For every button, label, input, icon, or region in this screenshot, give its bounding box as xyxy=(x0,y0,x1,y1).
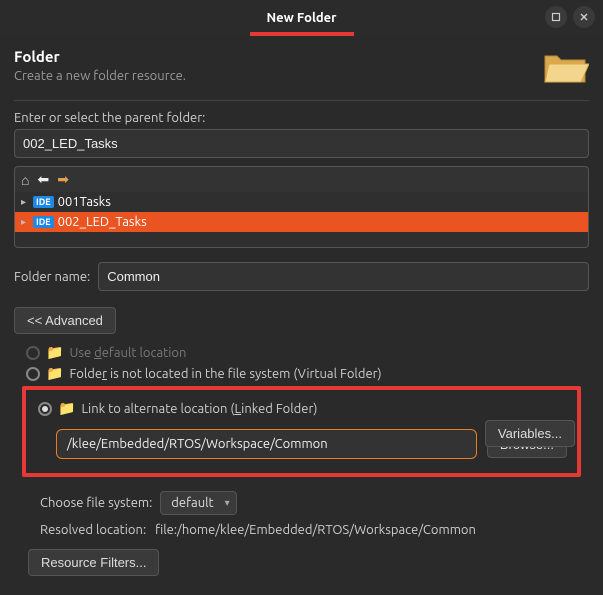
title-bar: New Folder xyxy=(0,0,603,36)
window-title: New Folder xyxy=(266,11,336,25)
folder-name-input[interactable] xyxy=(98,262,589,291)
ide-badge: IDE xyxy=(33,196,54,208)
title-highlight xyxy=(250,32,354,36)
folder-icon: 📁 xyxy=(46,344,63,361)
variables-button[interactable]: Variables... xyxy=(485,420,575,447)
home-icon[interactable]: ⌂ xyxy=(21,172,29,188)
linked-path-input[interactable]: /klee/Embedded/RTOS/Workspace/Common xyxy=(56,429,477,459)
chevron-down-icon: ▾ xyxy=(225,497,230,509)
folder-open-icon xyxy=(541,46,589,86)
tree-row[interactable]: ▸ IDE 002_LED_Tasks xyxy=(15,212,588,232)
ide-badge: IDE xyxy=(33,216,54,228)
window-restore-button[interactable] xyxy=(545,6,567,28)
radio-icon xyxy=(26,346,40,360)
forward-icon[interactable]: ➡ xyxy=(57,171,69,188)
resource-filters-button[interactable]: Resource Filters... xyxy=(28,549,159,576)
virtual-folder-option[interactable]: 📁 Folder is not located in the file syst… xyxy=(14,363,589,384)
window-controls xyxy=(545,6,595,28)
folder-name-label: Folder name: xyxy=(14,270,90,284)
chevron-right-icon: ▸ xyxy=(21,216,29,228)
radio-icon xyxy=(26,367,40,381)
tree-toolbar: ⌂ ⬅ ➡ xyxy=(14,166,589,192)
option-label: Use default location xyxy=(69,346,186,360)
folder-link-icon: 📁 xyxy=(58,400,75,417)
parent-folder-label: Enter or select the parent folder: xyxy=(14,111,589,125)
filesystem-select[interactable]: default ▾ xyxy=(160,491,236,515)
back-icon[interactable]: ⬅ xyxy=(37,171,49,188)
page-subtitle: Create a new folder resource. xyxy=(14,69,186,83)
parent-folder-input[interactable] xyxy=(14,129,589,158)
use-default-location-option[interactable]: 📁 Use default location xyxy=(14,342,589,363)
radio-icon xyxy=(38,402,52,416)
tree-item-label: 001Tasks xyxy=(58,195,111,209)
project-tree[interactable]: ▸ IDE 001Tasks ▸ IDE 002_LED_Tasks xyxy=(14,192,589,248)
resolved-location-value: file:/home/klee/Embedded/RTOS/Workspace/… xyxy=(155,523,476,537)
folder-icon: 📁 xyxy=(46,365,63,382)
advanced-toggle-button[interactable]: << Advanced xyxy=(14,307,116,334)
tree-row[interactable]: ▸ IDE 001Tasks xyxy=(15,192,588,212)
choose-filesystem-label: Choose file system: xyxy=(40,496,152,510)
tree-item-label: 002_LED_Tasks xyxy=(58,215,147,229)
window-close-button[interactable] xyxy=(573,6,595,28)
linked-folder-option[interactable]: 📁 Link to alternate location (Linked Fol… xyxy=(36,398,567,419)
select-value: default xyxy=(171,496,213,510)
option-label: Link to alternate location (Linked Folde… xyxy=(81,402,317,416)
option-label: Folder is not located in the file system… xyxy=(69,367,381,381)
chevron-right-icon: ▸ xyxy=(21,196,29,208)
page-title: Folder xyxy=(14,48,186,65)
resolved-location-label: Resolved location: xyxy=(40,523,146,537)
